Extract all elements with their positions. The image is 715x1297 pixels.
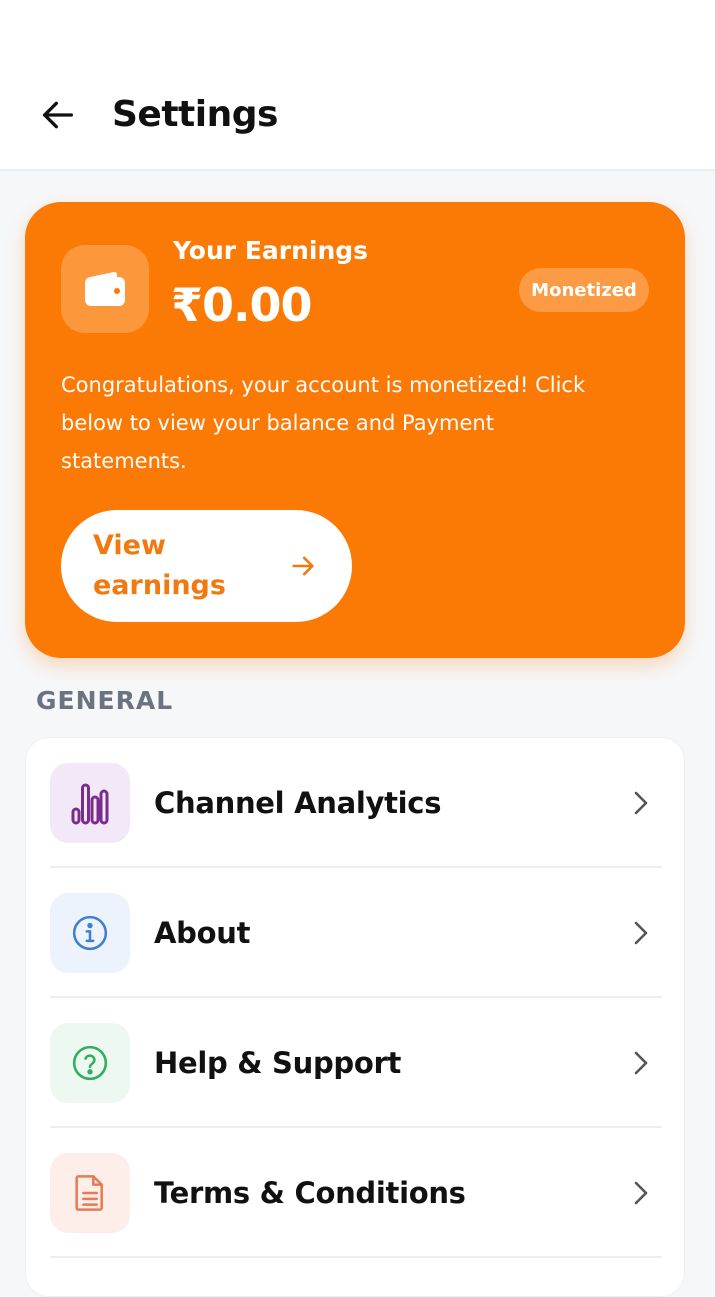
monetized-badge: Monetized	[519, 268, 649, 312]
icon-tile	[50, 1153, 130, 1233]
earnings-card: Your Earnings ₹0.00 Monetized Congratula…	[25, 202, 685, 658]
chevron-right-icon	[626, 1048, 656, 1078]
page-title: Settings	[112, 94, 278, 135]
document-icon	[75, 1175, 103, 1211]
earnings-label: Your Earnings	[173, 236, 369, 265]
wallet-tile	[61, 245, 149, 333]
menu-item-label: Terms & Conditions	[154, 1176, 466, 1210]
menu-item-channel-analytics[interactable]: Channel Analytics	[50, 738, 662, 868]
top-app-bar: Settings	[0, 60, 715, 171]
back-button[interactable]	[36, 93, 80, 137]
status-bar	[0, 0, 715, 60]
menu-item-about[interactable]: About	[50, 868, 662, 998]
menu-item-label: Help & Support	[154, 1046, 402, 1080]
earnings-description: Congratulations, your account is monetiz…	[61, 373, 586, 473]
bar-chart-icon	[71, 783, 109, 825]
help-circle-icon	[72, 1045, 108, 1081]
earnings-amount: ₹0.00	[171, 278, 313, 332]
menu-item-label: About	[154, 916, 251, 950]
general-section-label: GENERAL	[36, 686, 174, 715]
view-earnings-label: View earnings	[93, 530, 226, 601]
view-earnings-button[interactable]: View earnings	[61, 510, 352, 622]
wallet-icon	[85, 271, 125, 306]
icon-tile	[50, 893, 130, 973]
chevron-right-icon	[626, 788, 656, 818]
icon-tile	[50, 1023, 130, 1103]
info-icon	[72, 915, 108, 951]
chevron-right-icon	[626, 1178, 656, 1208]
general-menu-card: Channel Analytics About Help & Support T…	[25, 737, 685, 1297]
menu-item-label: Channel Analytics	[154, 786, 442, 820]
arrow-left-icon	[43, 101, 74, 128]
menu-item-help-support[interactable]: Help & Support	[50, 998, 662, 1128]
icon-tile	[50, 763, 130, 843]
menu-item-terms-conditions[interactable]: Terms & Conditions	[50, 1128, 662, 1258]
chevron-right-icon	[626, 918, 656, 948]
arrow-right-icon	[292, 556, 314, 576]
